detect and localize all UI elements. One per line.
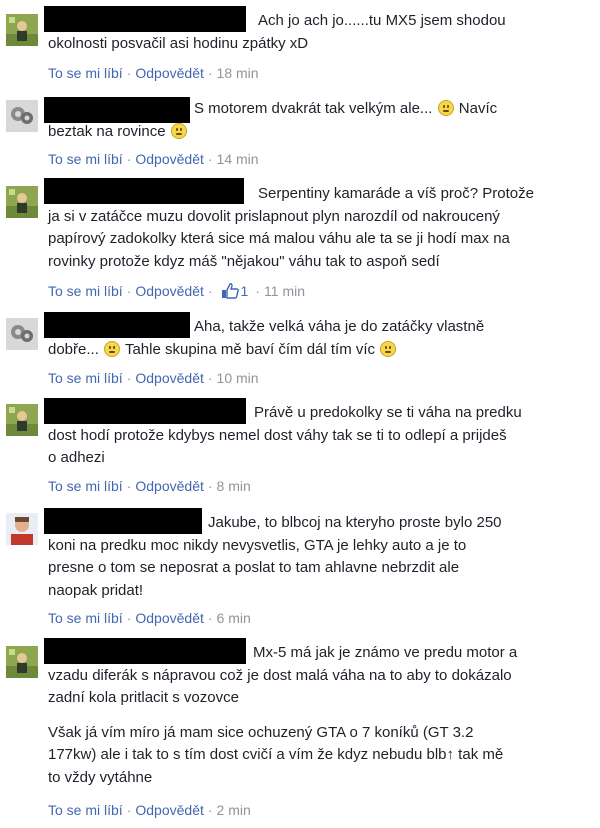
reply-link[interactable]: Odpovědět: [135, 283, 204, 299]
thumbs-up-icon[interactable]: [221, 283, 239, 299]
comment-actions: To se mi líbí · Odpovědět · 6 min: [48, 610, 251, 626]
comment-line: Jakube, to blbcoj na kteryho proste bylo…: [208, 514, 502, 531]
comment-text: Jakube, to blbcoj na kteryho proste bylo…: [48, 512, 593, 602]
separator: ·: [126, 151, 132, 167]
separator: ·: [207, 478, 213, 494]
comment-actions: To se mi líbí · Odpovědět · 14 min: [48, 151, 259, 167]
comment-line: 177kw) ale i tak to s tím dost cvičí a v…: [48, 746, 504, 763]
user-avatar[interactable]: [6, 14, 38, 46]
separator: ·: [126, 370, 132, 386]
comment-line: S motorem dvakrát tak velkým ale...: [194, 100, 433, 117]
like-link[interactable]: To se mi líbí: [48, 478, 123, 494]
comment-text: S motorem dvakrát tak velkým ale... Naví…: [48, 98, 593, 143]
user-avatar[interactable]: [6, 100, 38, 132]
comment-text: Mx-5 má jak je známo ve predu motor a vz…: [48, 642, 593, 789]
reply-link[interactable]: Odpovědět: [135, 65, 204, 81]
separator: ·: [207, 151, 213, 167]
comment-actions: To se mi líbí · Odpovědět · 8 min: [48, 478, 251, 494]
like-link[interactable]: To se mi líbí: [48, 151, 123, 167]
comment-line: Serpentiny kamaráde a víš proč? Protože: [258, 185, 534, 202]
reply-link[interactable]: Odpovědět: [135, 610, 204, 626]
smile-emoji-icon: [380, 340, 397, 357]
separator: ·: [207, 65, 213, 81]
user-avatar[interactable]: [6, 513, 38, 545]
comment-text: Aha, takže velká váha je do zatáčky vlas…: [48, 316, 593, 361]
user-avatar[interactable]: [6, 318, 38, 350]
reply-link[interactable]: Odpovědět: [135, 802, 204, 818]
separator: ·: [126, 478, 132, 494]
comment-actions: To se mi líbí · Odpovědět · 10 min: [48, 370, 259, 386]
comment-time[interactable]: 2 min: [217, 802, 251, 818]
comment-line: Mx-5 má jak je známo ve predu motor a: [253, 644, 518, 661]
user-avatar[interactable]: [6, 646, 38, 678]
comment-actions: To se mi líbí · Odpovědět · 1 · 11 min: [48, 283, 305, 299]
comment-line: Navíc: [458, 100, 498, 117]
comment-text: Právě u predokolky se ti váha na predku …: [48, 402, 593, 470]
separator: ·: [207, 802, 213, 818]
comment-text: Serpentiny kamaráde a víš proč? Protože …: [48, 183, 593, 273]
like-link[interactable]: To se mi líbí: [48, 65, 123, 81]
comment-time[interactable]: 18 min: [217, 65, 259, 81]
comment-line: Tahle skupina mě baví čím dál tím víc: [124, 340, 376, 358]
comment-line: papírový zadokolky která sice má malou v…: [48, 230, 510, 247]
reply-link[interactable]: Odpovědět: [135, 151, 204, 167]
like-link[interactable]: To se mi líbí: [48, 802, 123, 818]
comment-line: vzadu diferák s nápravou což je dost mal…: [48, 666, 512, 684]
comment-line: beztak na rovince: [48, 122, 166, 140]
separator: ·: [126, 802, 132, 818]
smile-emoji-icon: [170, 122, 187, 139]
comment-line: ja si v zatáčce muzu dovolit prislapnout…: [48, 207, 500, 225]
comment-line: Ach jo ach jo......tu MX5 jsem shodou: [258, 12, 506, 29]
comment-line: koni na predku moc nikdy nevysvetlis, GT…: [48, 536, 467, 554]
comment-line: presne o tom se neposrat a poslat to tam…: [48, 559, 460, 576]
like-link[interactable]: To se mi líbí: [48, 283, 123, 299]
user-avatar[interactable]: [6, 186, 38, 218]
user-avatar[interactable]: [6, 404, 38, 436]
like-link[interactable]: To se mi líbí: [48, 370, 123, 386]
comment-line: dobře...: [48, 340, 99, 358]
comment-time[interactable]: 11 min: [264, 283, 305, 299]
separator: ·: [126, 65, 132, 81]
like-link[interactable]: To se mi líbí: [48, 610, 123, 626]
smile-emoji-icon: [104, 340, 121, 357]
comment-actions: To se mi líbí · Odpovědět · 2 min: [48, 802, 251, 818]
comment-time[interactable]: 14 min: [217, 151, 259, 167]
separator: ·: [207, 370, 213, 386]
comment-line: rovinky protože kdyz máš "nějakou" váhu …: [48, 252, 440, 270]
comment-time[interactable]: 8 min: [217, 478, 251, 494]
separator: ·: [207, 283, 213, 299]
smile-emoji-icon: [437, 100, 454, 116]
comment-line: o adhezi: [48, 449, 105, 466]
separator: ·: [126, 610, 132, 626]
comment-line: okolnosti posvačil asi hodinu zpátky xD: [48, 34, 309, 52]
separator: ·: [255, 283, 261, 299]
comment-line: naopak pridat!: [48, 581, 144, 599]
comment-line: zadní kola pritlacit s vozovce: [48, 689, 239, 706]
comment-time[interactable]: 6 min: [217, 610, 251, 626]
reply-link[interactable]: Odpovědět: [135, 370, 204, 386]
separator: ·: [126, 283, 132, 299]
comment-line: to vždy vytáhne: [48, 768, 153, 786]
comment-line: Právě u predokolky se ti váha na predku: [254, 404, 522, 421]
like-count[interactable]: 1: [241, 283, 249, 299]
reply-link[interactable]: Odpovědět: [135, 478, 204, 494]
comment-text: Ach jo ach jo......tu MX5 jsem shodou ok…: [48, 10, 593, 55]
comment-line: dost hodí protože kdybys nemel dost váhy…: [48, 426, 507, 444]
comment-line: Aha, takže velká váha je do zatáčky vlas…: [194, 318, 485, 335]
comment-time[interactable]: 10 min: [217, 370, 259, 386]
separator: ·: [207, 610, 213, 626]
comment-actions: To se mi líbí · Odpovědět · 18 min: [48, 65, 259, 81]
comment-line: Však já vím míro já mam sice ochuzený GT…: [48, 723, 474, 741]
